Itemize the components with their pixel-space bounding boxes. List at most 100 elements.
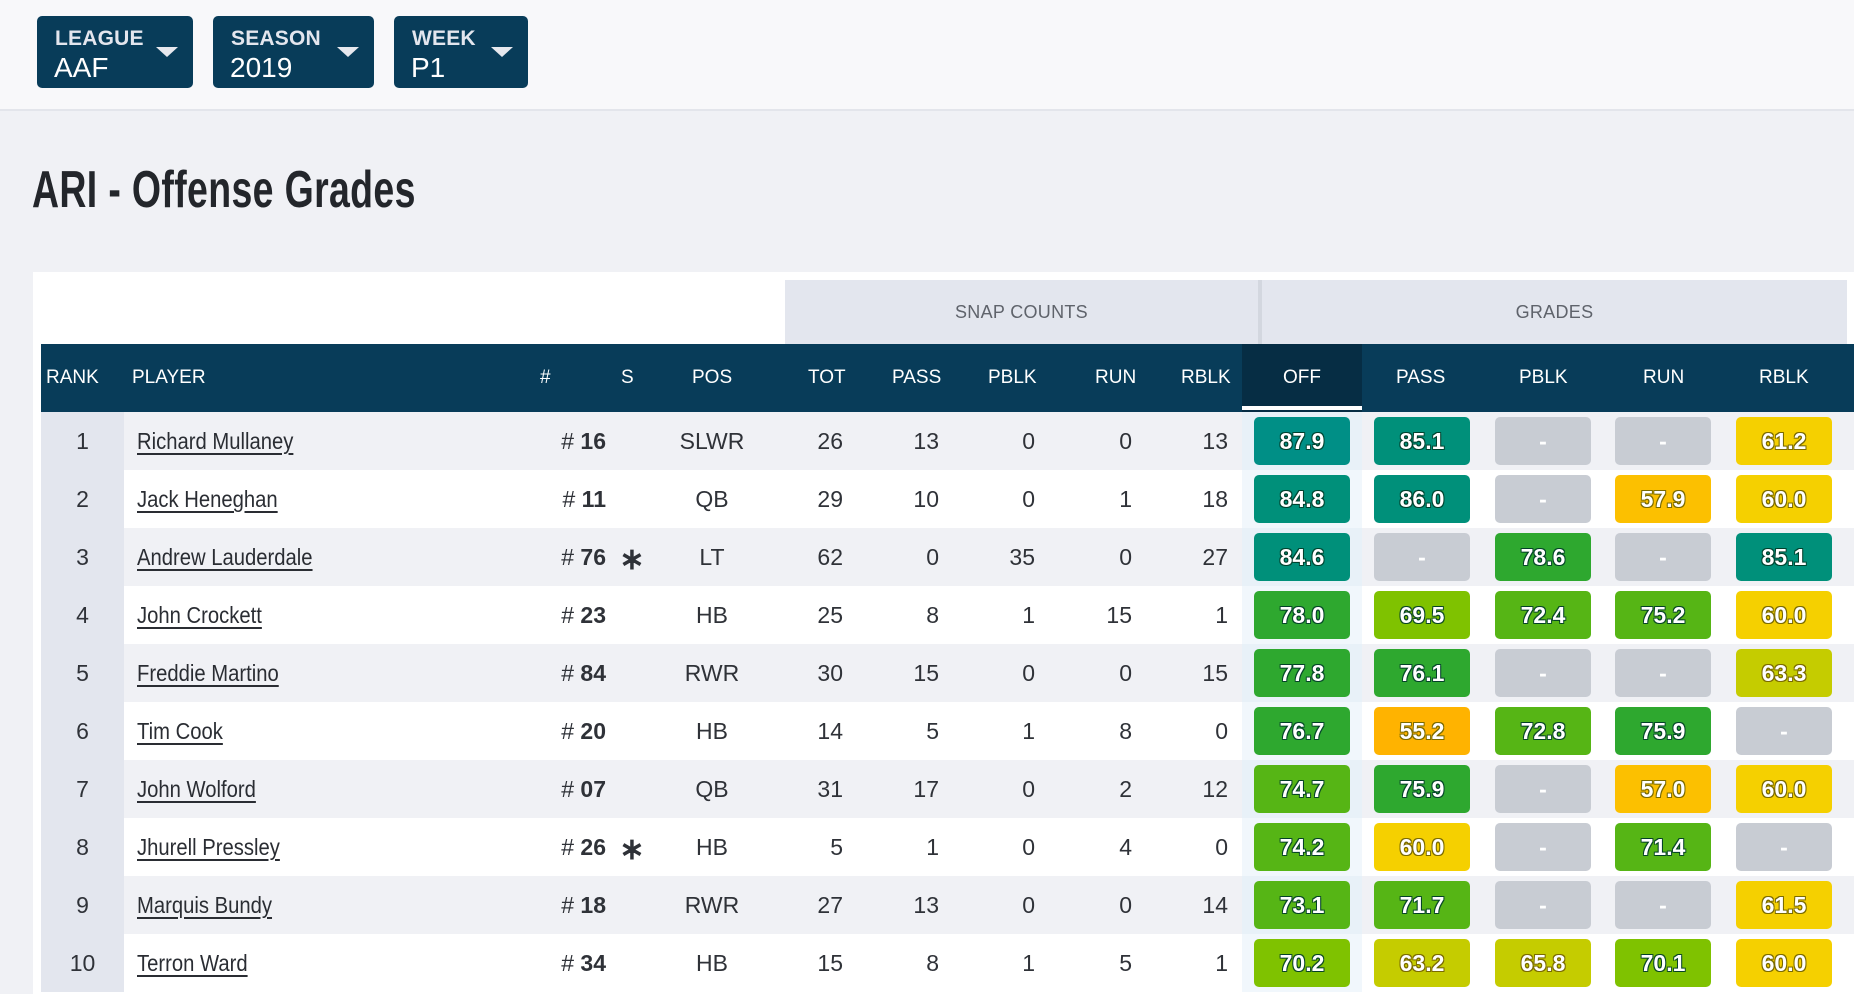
snap-count-run: 15 <box>1106 602 1132 628</box>
season-dropdown[interactable]: SEASON 2019 <box>213 16 374 88</box>
table-row[interactable]: 4 John Crockett # 23 HB 25 8 1 15 1 78.0 69.5 72.4 7… <box>41 586 1854 644</box>
player-name-link[interactable]: Tim Cook <box>137 702 223 760</box>
jersey-prefix: # <box>562 486 582 512</box>
player-name-link[interactable]: Jack Heneghan <box>137 470 278 528</box>
column-header-grade-pblk[interactable]: PBLK <box>1519 344 1568 412</box>
grade-badge-pass: 86.0 <box>1374 475 1470 523</box>
grade-badge-off: 70.2 <box>1254 939 1350 987</box>
jersey-number: # 76 <box>546 528 606 586</box>
column-header-snap-tot[interactable]: TOT <box>808 344 846 412</box>
grade-badge-run: - <box>1615 533 1711 581</box>
position: HB <box>696 950 728 976</box>
position: QB <box>695 776 729 802</box>
snap-count-rblk: 27 <box>1202 544 1228 570</box>
jersey-prefix: # <box>561 544 581 570</box>
player-name-link[interactable]: Marquis Bundy <box>137 876 272 934</box>
week-dropdown[interactable]: WEEK P1 <box>394 16 528 88</box>
grade-badge-rblk: 60.0 <box>1736 591 1832 639</box>
jersey-prefix: # <box>561 718 581 744</box>
league-dropdown[interactable]: LEAGUE AAF <box>37 16 193 88</box>
table-header-row: RANK PLAYER # S POS TOT PASS PBLK RUN RB… <box>41 344 1854 412</box>
column-header-jersey[interactable]: # <box>540 344 551 412</box>
jersey-number: # 84 <box>546 644 606 702</box>
snap-count-pblk: 0 <box>1022 660 1035 686</box>
table-row[interactable]: 7 John Wolford # 07 QB 31 17 0 2 12 74.7 75.9-57.0… <box>41 760 1854 818</box>
column-header-grade-run[interactable]: RUN <box>1643 344 1684 412</box>
snap-count-run: 5 <box>1119 950 1132 976</box>
table-row[interactable]: 2 Jack Heneghan # 11 QB 29 10 0 1 18 84.8 86.0-57.… <box>41 470 1854 528</box>
rank-cell: 10 <box>41 934 124 992</box>
player-name-link[interactable]: John Crockett <box>137 586 262 644</box>
position: RWR <box>684 892 740 918</box>
table-row[interactable]: 6 Tim Cook # 20 HB 14 5 1 8 0 76.7 55.2 72.8 75.9- <box>41 702 1854 760</box>
position: QB <box>695 486 729 512</box>
column-header-pos[interactable]: POS <box>692 344 732 412</box>
grade-badge-run: 57.0 <box>1615 765 1711 813</box>
column-header-snap-pass[interactable]: PASS <box>892 344 941 412</box>
caret-down-icon <box>491 47 513 57</box>
table-row[interactable]: 8 Jhurell Pressley # 26 ∗ HB 5 1 0 4 0 74.2 60.0-71… <box>41 818 1854 876</box>
position: HB <box>696 602 728 628</box>
snap-count-pass: 13 <box>913 428 939 454</box>
grade-badge-rblk: 63.3 <box>1736 649 1832 697</box>
jersey-value: 18 <box>580 892 606 918</box>
jersey-value: 07 <box>580 776 606 802</box>
grade-badge-off: 78.0 <box>1254 591 1350 639</box>
jersey-number: # 26 <box>546 818 606 876</box>
column-header-snap-run[interactable]: RUN <box>1095 344 1136 412</box>
player-name-link[interactable]: Richard Mullaney <box>137 412 293 470</box>
jersey-value: 23 <box>580 602 606 628</box>
snap-count-pblk: 1 <box>1022 718 1035 744</box>
snap-count-pass: 0 <box>926 544 939 570</box>
grade-badge-pblk: - <box>1495 475 1591 523</box>
column-header-rank[interactable]: RANK <box>46 344 99 412</box>
jersey-number: # 07 <box>546 760 606 818</box>
jersey-prefix: # <box>561 660 581 686</box>
column-header-grade-pass[interactable]: PASS <box>1396 344 1445 412</box>
table-row[interactable]: 1 Richard Mullaney # 16 SLWR 26 13 0 0 13 87.9 85.… <box>41 412 1854 470</box>
rank-cell: 3 <box>41 528 124 586</box>
player-name-link[interactable]: John Wolford <box>137 760 256 818</box>
table-row[interactable]: 5 Freddie Martino # 84 RWR 30 15 0 0 15 77.8 76.1-… <box>41 644 1854 702</box>
league-dropdown-value: AAF <box>54 52 109 83</box>
table-row[interactable]: 3 Andrew Lauderdale # 76 ∗ LT 62 0 35 0 27 84.6-78… <box>41 528 1854 586</box>
column-header-starter[interactable]: S <box>621 344 634 412</box>
table-row[interactable]: 9 Marquis Bundy # 18 RWR 27 13 0 0 14 73.1 71.7- -6… <box>41 876 1854 934</box>
grade-badge-run: 71.4 <box>1615 823 1711 871</box>
column-header-snap-pblk[interactable]: PBLK <box>988 344 1037 412</box>
snap-count-pblk: 0 <box>1022 486 1035 512</box>
snap-count-tot: 14 <box>817 718 843 744</box>
jersey-value: 84 <box>580 660 606 686</box>
grade-badge-off: 73.1 <box>1254 881 1350 929</box>
caret-down-icon <box>156 47 178 57</box>
column-header-player[interactable]: PLAYER <box>132 344 206 412</box>
grade-badge-pass: 60.0 <box>1374 823 1470 871</box>
column-header-snap-rblk[interactable]: RBLK <box>1181 344 1231 412</box>
grade-badge-pblk: - <box>1495 765 1591 813</box>
snap-count-rblk: 18 <box>1202 486 1228 512</box>
column-header-grade-rblk[interactable]: RBLK <box>1759 344 1809 412</box>
snap-count-pblk: 0 <box>1022 834 1035 860</box>
snap-count-run: 0 <box>1119 544 1132 570</box>
grade-badge-rblk: - <box>1736 707 1832 755</box>
snap-count-rblk: 0 <box>1215 834 1228 860</box>
snap-count-pass: 8 <box>926 950 939 976</box>
player-name-link[interactable]: Jhurell Pressley <box>137 818 280 876</box>
grade-badge-pass: - <box>1374 533 1470 581</box>
rank-cell: 4 <box>41 586 124 644</box>
grade-badge-rblk: - <box>1736 823 1832 871</box>
position: RWR <box>684 660 740 686</box>
jersey-prefix: # <box>561 776 581 802</box>
player-name-link[interactable]: Andrew Lauderdale <box>137 528 313 586</box>
jersey-number: # 18 <box>546 876 606 934</box>
player-name-link[interactable]: Terron Ward <box>137 934 248 992</box>
column-header-grade-off[interactable]: OFF <box>1283 344 1321 412</box>
table-body: 1 Richard Mullaney # 16 SLWR 26 13 0 0 13 87.9 85.… <box>41 412 1854 992</box>
grade-badge-rblk: 60.0 <box>1736 765 1832 813</box>
snap-count-tot: 29 <box>817 486 843 512</box>
rank-cell: 1 <box>41 412 124 470</box>
player-name-link[interactable]: Freddie Martino <box>137 644 279 702</box>
snap-count-pblk: 35 <box>1009 544 1035 570</box>
snap-count-pblk: 0 <box>1022 892 1035 918</box>
table-row[interactable]: 10 Terron Ward # 34 HB 15 8 1 5 1 70.2 63.2 65.8 70.… <box>41 934 1854 992</box>
